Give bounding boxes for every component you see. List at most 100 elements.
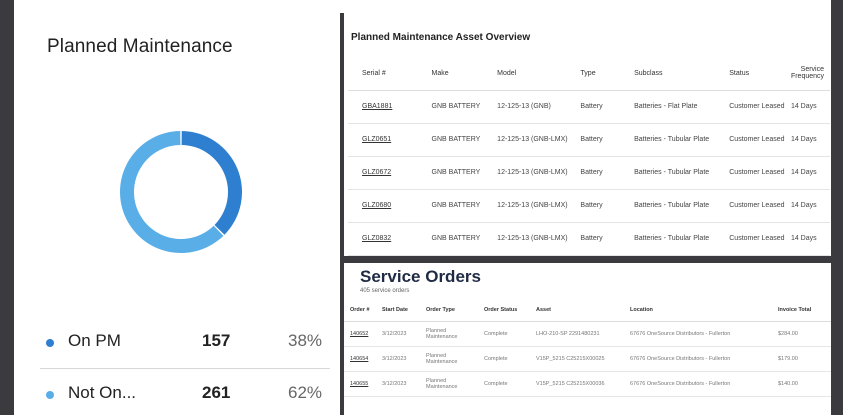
status-cell: Customer Leased <box>723 222 785 256</box>
type-cell: Battery <box>574 222 629 256</box>
legend-label: Not On... <box>68 383 137 402</box>
column-header-asset[interactable]: Asset <box>530 299 624 322</box>
status-cell: Customer Leased <box>723 123 785 157</box>
planned-maintenance-donut-chart[interactable] <box>116 127 246 257</box>
status-cell: Customer Leased <box>723 156 785 190</box>
column-header-service-frequency[interactable]: Service Frequency <box>784 56 830 91</box>
make-cell: GNB BATTERY <box>425 123 492 157</box>
asset-overview-table: Serial # Make Model Type Subclass Status… <box>348 56 830 256</box>
service-orders-card: Service Orders 405 service orders Order … <box>344 263 831 415</box>
table-row: 140654 3/12/2023 Planned Maintenance Comple… <box>344 346 831 372</box>
subclass-cell: Batteries - Tubular Plate <box>628 123 724 157</box>
order-status-cell: Complete <box>478 371 530 397</box>
legend-divider <box>40 368 330 369</box>
status-cell: Customer Leased <box>723 189 785 223</box>
type-cell: Battery <box>574 189 629 223</box>
service-orders-table: Order # Start Date Order Type Order Stat… <box>344 299 831 397</box>
serial-cell[interactable]: GLZ0680 <box>348 189 426 223</box>
column-header-type[interactable]: Type <box>574 56 629 91</box>
make-cell: GNB BATTERY <box>425 156 492 190</box>
column-header-order-number[interactable]: Order # <box>344 299 376 322</box>
location-cell: 67676 OneSource Distributors - Fullerton <box>624 346 772 372</box>
serial-cell[interactable]: GBA1881 <box>348 90 426 124</box>
order-number-cell[interactable]: 140655 <box>344 371 376 397</box>
order-type-cell: Planned Maintenance <box>420 346 478 372</box>
order-number-cell[interactable]: 140654 <box>344 346 376 372</box>
service-orders-title: Service Orders <box>360 267 481 286</box>
serial-cell[interactable]: GLZ0832 <box>348 222 426 256</box>
column-header-status[interactable]: Status <box>723 56 785 91</box>
subclass-cell: Batteries - Tubular Plate <box>628 222 724 256</box>
table-row: GLZ0832 GNB BATTERY 12-125-13 (GNB-LMX) Bat… <box>348 222 830 256</box>
table-row: 140652 3/12/2023 Planned Maintenance Comple… <box>344 321 831 347</box>
order-type-cell: Planned Maintenance <box>420 371 478 397</box>
legend-count: 261 <box>202 383 231 402</box>
table-header-row: Serial # Make Model Type Subclass Status… <box>348 56 830 91</box>
asset-cell: V15P_5215 C25215X00025 <box>530 346 624 372</box>
start-date-cell: 3/12/2023 <box>376 371 420 397</box>
column-header-subclass[interactable]: Subclass <box>628 56 724 91</box>
invoice-total-cell: $179.00 <box>772 346 831 372</box>
asset-overview-title: Planned Maintenance Asset Overview <box>351 32 531 43</box>
column-header-location[interactable]: Location <box>624 299 772 322</box>
table-row: GLZ0680 GNB BATTERY 12-125-13 (GNB-LMX) Bat… <box>348 189 830 223</box>
asset-overview-card: Planned Maintenance Asset Overview Seria… <box>344 22 831 256</box>
service-frequency-cell: 14 Days <box>784 222 830 256</box>
on-pm-dot-icon <box>46 339 54 347</box>
location-cell: 67676 OneSource Distributors - Fullerton <box>624 321 772 347</box>
type-cell: Battery <box>574 123 629 157</box>
subclass-cell: Batteries - Tubular Plate <box>628 189 724 223</box>
invoice-total-cell: $284.00 <box>772 321 831 347</box>
legend-percent: 62% <box>288 383 323 402</box>
planned-maintenance-card: Planned Maintenance On PM 157 38% Not On… <box>18 22 336 415</box>
invoice-total-cell: $140.00 <box>772 371 831 397</box>
start-date-cell: 3/12/2023 <box>376 346 420 372</box>
legend-percent: 38% <box>288 331 323 350</box>
serial-cell[interactable]: GLZ0651 <box>348 123 426 157</box>
location-cell: 67676 OneSource Distributors - Fullerton <box>624 371 772 397</box>
column-header-serial[interactable]: Serial # <box>348 56 426 91</box>
order-status-cell: Complete <box>478 321 530 347</box>
column-header-make[interactable]: Make <box>425 56 492 91</box>
model-cell: 12-125-13 (GNB) <box>491 90 575 124</box>
service-frequency-cell: 14 Days <box>784 123 830 157</box>
planned-maintenance-title: Planned Maintenance <box>47 36 233 57</box>
start-date-cell: 3/12/2023 <box>376 321 420 347</box>
left-frame <box>0 0 14 415</box>
table-header-row: Order # Start Date Order Type Order Stat… <box>344 299 831 322</box>
column-header-model[interactable]: Model <box>491 56 575 91</box>
row-divider <box>344 256 831 263</box>
not-on-pm-dot-icon <box>46 391 54 399</box>
model-cell: 12-125-13 (GNB-LMX) <box>491 189 575 223</box>
service-frequency-cell: 14 Days <box>784 189 830 223</box>
table-row: GBA1881 GNB BATTERY 12-125-13 (GNB) Battery… <box>348 90 830 124</box>
order-status-cell: Complete <box>478 346 530 372</box>
service-orders-count: 405 service orders <box>360 288 410 294</box>
right-frame <box>831 0 843 415</box>
column-header-order-type[interactable]: Order Type <box>420 299 478 322</box>
donut-slice-on-pm[interactable] <box>181 131 242 235</box>
table-row: 140655 3/12/2023 Planned Maintenance Comple… <box>344 371 831 397</box>
asset-cell: LHO-210-SP 2291480231 <box>530 321 624 347</box>
legend-row-on-pm[interactable]: On PM 157 38% <box>40 325 330 365</box>
order-type-cell: Planned Maintenance <box>420 321 478 347</box>
table-row: GLZ0672 GNB BATTERY 12-125-13 (GNB-LMX) Bat… <box>348 156 830 190</box>
serial-cell[interactable]: GLZ0672 <box>348 156 426 190</box>
legend-row-not-on-pm[interactable]: Not On... 261 62% <box>40 377 330 417</box>
make-cell: GNB BATTERY <box>425 222 492 256</box>
type-cell: Battery <box>574 156 629 190</box>
asset-cell: V15P_5215 C25215X00036 <box>530 371 624 397</box>
make-cell: GNB BATTERY <box>425 90 492 124</box>
model-cell: 12-125-13 (GNB-LMX) <box>491 222 575 256</box>
subclass-cell: Batteries - Flat Plate <box>628 90 724 124</box>
model-cell: 12-125-13 (GNB-LMX) <box>491 123 575 157</box>
service-frequency-cell: 14 Days <box>784 90 830 124</box>
column-header-start-date[interactable]: Start Date <box>376 299 420 322</box>
make-cell: GNB BATTERY <box>425 189 492 223</box>
column-header-order-status[interactable]: Order Status <box>478 299 530 322</box>
legend-count: 157 <box>202 331 231 350</box>
order-number-cell[interactable]: 140652 <box>344 321 376 347</box>
model-cell: 12-125-13 (GNB-LMX) <box>491 156 575 190</box>
top-bar <box>0 0 843 13</box>
column-header-invoice-total[interactable]: Invoice Total <box>772 299 831 322</box>
